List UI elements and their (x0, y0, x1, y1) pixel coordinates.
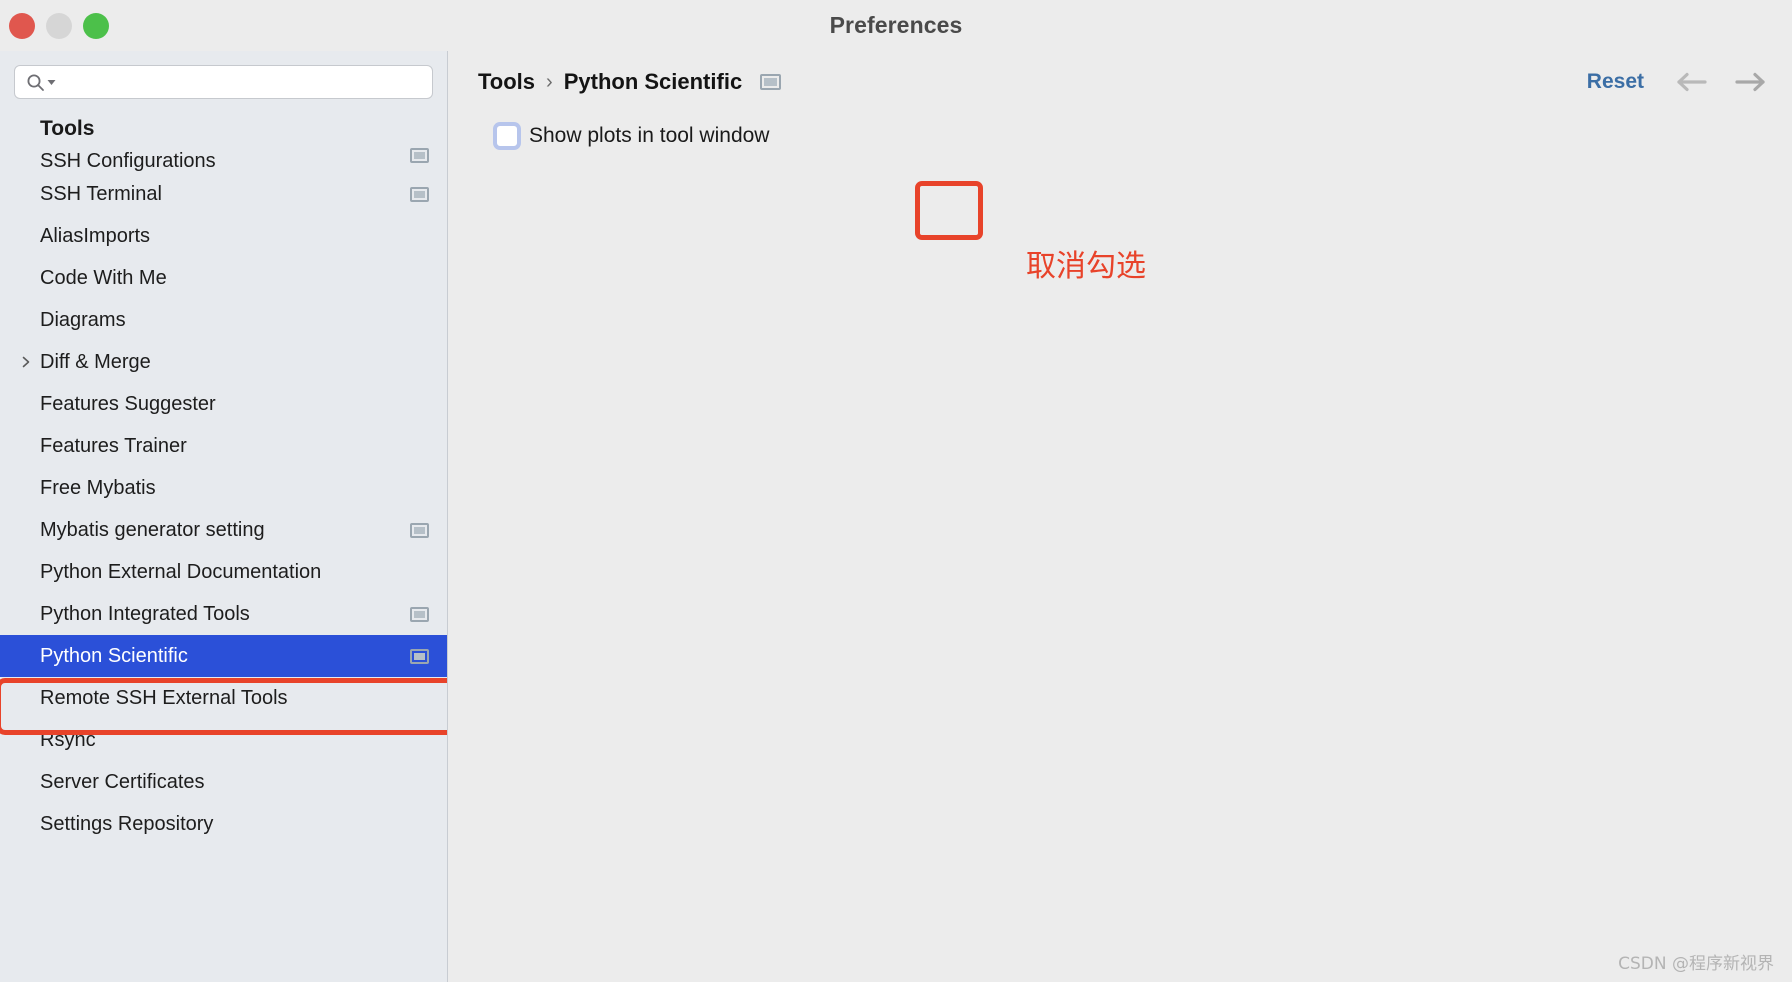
show-plots-row[interactable]: Show plots in tool window (478, 116, 1792, 156)
sidebar-item-label: SSH Configurations (40, 150, 216, 172)
panel-window-icon[interactable] (410, 186, 429, 202)
watermark: CSDN @程序新视界 (1618, 954, 1774, 974)
panel-window-icon[interactable] (410, 606, 429, 622)
sidebar-item-label: AliasImports (40, 224, 151, 247)
sidebar-item-code-with-me[interactable]: Code With Me (0, 257, 447, 299)
chevron-right-icon[interactable] (20, 356, 32, 368)
sidebar-item-mybatis-generator-setting[interactable]: Mybatis generator setting (0, 509, 447, 551)
sidebar-item-python-scientific[interactable]: Python Scientific (0, 635, 447, 677)
panel-window-icon[interactable] (410, 148, 429, 163)
show-plots-checkbox[interactable] (493, 122, 521, 150)
sidebar-item-label: SSH Terminal (40, 182, 162, 205)
window-body: Tools SSH Configurations SSH Terminal Al… (0, 51, 1792, 982)
sidebar-item-label: Features Suggester (40, 392, 216, 415)
sidebar-item-features-trainer[interactable]: Features Trainer (0, 425, 447, 467)
maximize-button[interactable] (83, 12, 109, 39)
show-plots-label: Show plots in tool window (529, 124, 770, 147)
close-button[interactable] (9, 12, 35, 39)
settings-sidebar: Tools SSH Configurations SSH Terminal Al… (0, 51, 448, 982)
sidebar-item-label: Features Trainer (40, 434, 187, 457)
sidebar-item-label: Diagrams (40, 308, 126, 331)
sidebar-item-ssh-terminal[interactable]: SSH Terminal (0, 173, 447, 215)
sidebar-item-diagrams[interactable]: Diagrams (0, 299, 447, 341)
breadcrumb-root[interactable]: Tools (478, 69, 535, 95)
checkbox-annotation (915, 181, 983, 240)
minimize-button[interactable] (46, 12, 72, 39)
sidebar-group-header: Tools (0, 113, 447, 145)
search-input[interactable] (56, 72, 424, 92)
magnifier-glyph (27, 74, 44, 91)
settings-detail-panel: Tools › Python Scientific Reset Show plo… (448, 51, 1792, 982)
breadcrumb: Tools › Python Scientific (478, 69, 782, 95)
navigation-arrows (1674, 71, 1768, 93)
settings-tree: SSH Configurations SSH Terminal AliasImp… (0, 135, 447, 982)
reset-button[interactable]: Reset (1587, 70, 1644, 94)
sidebar-item-label: Code With Me (40, 266, 167, 289)
breadcrumb-current: Python Scientific (563, 69, 743, 94)
sidebar-item-label: Rsync (40, 728, 96, 751)
settings-content: Show plots in tool window (448, 113, 1792, 156)
sidebar-item-python-external-documentation[interactable]: Python External Documentation (0, 551, 447, 593)
sidebar-item-aliasimports[interactable]: AliasImports (0, 215, 447, 257)
sidebar-item-server-certificates[interactable]: Server Certificates (0, 761, 447, 803)
search-box[interactable] (14, 65, 433, 99)
panel-window-icon[interactable] (410, 522, 429, 538)
sidebar-item-label: Free Mybatis (40, 476, 156, 499)
sidebar-item-label: Mybatis generator setting (40, 518, 265, 541)
detail-header: Tools › Python Scientific Reset (448, 51, 1792, 113)
sidebar-item-diff-and-merge[interactable]: Diff & Merge (0, 341, 447, 383)
sidebar-item-label: Diff & Merge (40, 350, 151, 373)
sidebar-item-label: Python External Documentation (40, 560, 322, 583)
arrow-left-icon[interactable] (1674, 71, 1710, 93)
annotation-note: 取消勾选 (1026, 249, 1146, 284)
panel-window-icon[interactable] (760, 74, 782, 90)
sidebar-item-label: Server Certificates (40, 770, 205, 793)
traffic-light-group (0, 12, 109, 39)
sidebar-item-settings-repository[interactable]: Settings Repository (0, 803, 447, 845)
sidebar-item-features-suggester[interactable]: Features Suggester (0, 383, 447, 425)
sidebar-item-label: Settings Repository (40, 812, 214, 835)
search-container (0, 51, 447, 99)
preferences-window: Preferences Tools SSH Configurations SSH… (0, 0, 1792, 982)
header-actions: Reset (1587, 70, 1768, 94)
breadcrumb-separator: › (546, 70, 553, 93)
title-bar: Preferences (0, 0, 1792, 51)
panel-window-icon[interactable] (410, 648, 429, 664)
sidebar-item-free-mybatis[interactable]: Free Mybatis (0, 467, 447, 509)
sidebar-item-python-integrated-tools[interactable]: Python Integrated Tools (0, 593, 447, 635)
arrow-right-icon[interactable] (1732, 71, 1768, 93)
sidebar-item-label: Python Scientific (40, 644, 188, 667)
window-title: Preferences (829, 12, 963, 38)
sidebar-item-label: Remote SSH External Tools (40, 686, 288, 709)
sidebar-item-remote-ssh-external-tools[interactable]: Remote SSH External Tools (0, 677, 447, 719)
chevron-down-icon[interactable] (47, 78, 56, 87)
sidebar-item-label: Python Integrated Tools (40, 602, 250, 625)
sidebar-item-rsync[interactable]: Rsync (0, 719, 447, 761)
search-icon[interactable] (26, 73, 56, 92)
